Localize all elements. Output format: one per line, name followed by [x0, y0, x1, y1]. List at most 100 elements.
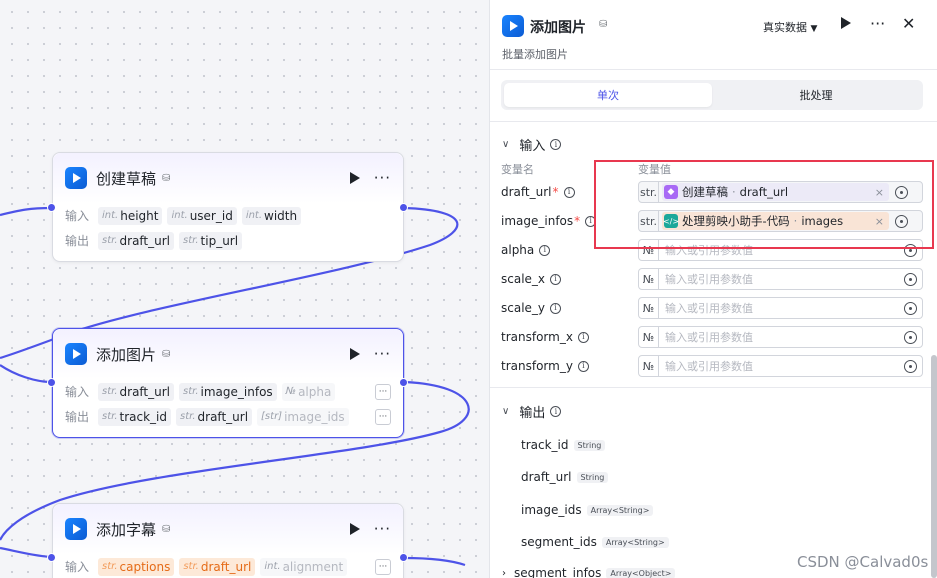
run-button[interactable]: [840, 17, 851, 32]
node-config-panel: 添加图片 ⛁ 批量添加图片 真实数据 ▼ ··· ✕ 单次 批处理 ∨ 输入 i…: [489, 0, 937, 578]
tab-batch[interactable]: 批处理: [712, 83, 920, 107]
input-section-toggle[interactable]: ∨ 输入 i: [502, 135, 562, 154]
type-badge: String: [573, 439, 606, 451]
param-input[interactable]: 输入或引用参数值: [659, 271, 904, 287]
section-title: 输入: [519, 139, 546, 154]
info-icon[interactable]: i: [577, 331, 589, 343]
node-title: 添加字幕: [96, 520, 157, 539]
tab-single[interactable]: 单次: [504, 83, 712, 107]
type-indicator: str.: [639, 211, 659, 231]
param-input[interactable]: 输入或引用参数值: [659, 358, 904, 374]
param-field-scale-y[interactable]: № 输入或引用参数值: [638, 297, 923, 319]
param-field-draft-url[interactable]: str. ◆ 创建草稿 · draft_url ×: [638, 181, 923, 203]
param-field-scale-x[interactable]: № 输入或引用参数值: [638, 268, 923, 290]
run-node-button[interactable]: [346, 345, 364, 363]
node-header: 添加字幕 ⛁ ···: [53, 504, 403, 554]
inputs-label: 输入: [65, 209, 90, 223]
input-port[interactable]: [47, 378, 56, 387]
output-section-toggle[interactable]: ∨ 输出 i: [502, 402, 562, 421]
info-icon[interactable]: i: [550, 302, 562, 314]
reference-chip[interactable]: ◆ 创建草稿 · draft_url ×: [662, 183, 889, 201]
type-badge: Array<Object>: [606, 567, 676, 578]
more-inputs-button[interactable]: ···: [375, 383, 391, 400]
reference-picker-icon[interactable]: [904, 272, 917, 286]
param-name-transform-y: transform_y i: [501, 359, 589, 373]
node-more-button[interactable]: ···: [374, 169, 391, 187]
node-inputs-row: 输入 str. draft_url str. image_infos № alpha …: [53, 379, 403, 404]
remove-reference-icon[interactable]: ×: [875, 215, 884, 228]
reference-picker-icon[interactable]: [904, 330, 917, 344]
plugin-type-icon: ⛁: [599, 19, 608, 30]
param-field-transform-y[interactable]: № 输入或引用参数值: [638, 355, 923, 377]
info-icon[interactable]: i: [585, 215, 597, 227]
input-tag: int. height: [98, 206, 163, 225]
node-type-icon: ⛁: [162, 523, 171, 535]
info-icon[interactable]: i: [563, 186, 575, 198]
chevron-right-icon: ›: [502, 567, 506, 578]
reference-picker-icon[interactable]: [904, 301, 917, 315]
param-name-image-infos: image_infos * i: [501, 214, 597, 228]
chevron-down-icon: ∨: [502, 406, 510, 417]
node-outputs-row: 输出 str. draft_url str. tip_url: [53, 228, 403, 253]
data-mode-select[interactable]: 真实数据 ▼: [763, 19, 817, 35]
output-item: image_ids Array<String>: [521, 503, 654, 517]
chevron-down-icon: ▼: [810, 24, 818, 34]
node-more-button[interactable]: ···: [374, 520, 391, 538]
node-add-image[interactable]: 添加图片 ⛁ ··· 输入 str. draft_url str. image_in…: [52, 328, 404, 438]
info-icon[interactable]: i: [550, 273, 562, 285]
type-badge: Array<String>: [586, 504, 654, 516]
node-more-button[interactable]: ···: [374, 345, 391, 363]
more-outputs-button[interactable]: ···: [375, 408, 391, 425]
reference-chip[interactable]: </> 处理剪映小助手-代码 · images ×: [662, 212, 889, 230]
column-header-value: 变量值: [638, 163, 671, 176]
run-node-button[interactable]: [346, 169, 364, 187]
remove-reference-icon[interactable]: ×: [875, 186, 884, 199]
param-name-scale-y: scale_y i: [501, 301, 562, 315]
more-inputs-button[interactable]: ···: [375, 558, 391, 575]
type-indicator: №: [639, 356, 659, 376]
info-icon[interactable]: i: [550, 406, 562, 417]
input-port[interactable]: [47, 553, 56, 562]
close-icon[interactable]: ✕: [902, 14, 915, 33]
panel-header: 添加图片 ⛁ 批量添加图片 真实数据 ▼ ··· ✕: [490, 0, 937, 70]
param-input[interactable]: 输入或引用参数值: [659, 329, 904, 345]
reference-picker-icon[interactable]: [895, 185, 908, 199]
type-indicator: №: [639, 327, 659, 347]
node-create-draft[interactable]: 创建草稿 ⛁ ··· 输入 int. height int. user_id int…: [52, 152, 404, 262]
param-field-image-infos[interactable]: str. </> 处理剪映小助手-代码 · images ×: [638, 210, 923, 232]
param-field-transform-x[interactable]: № 输入或引用参数值: [638, 326, 923, 348]
node-outputs-row: 输出 str. track_id str. draft_url [str] image…: [53, 404, 403, 429]
info-icon[interactable]: i: [550, 139, 562, 150]
more-options-button[interactable]: ···: [870, 14, 885, 33]
input-port[interactable]: [47, 203, 56, 212]
param-field-alpha[interactable]: № 输入或引用参数值: [638, 239, 923, 261]
node-inputs-row: 输入 str. captions str. draft_url int. alignm…: [53, 554, 403, 578]
param-input[interactable]: 输入或引用参数值: [659, 300, 904, 316]
reference-picker-icon[interactable]: [904, 359, 917, 373]
input-tag: str. draft_url: [98, 382, 175, 401]
param-input[interactable]: 输入或引用参数值: [659, 242, 904, 258]
reference-picker-icon[interactable]: [904, 243, 917, 257]
output-port[interactable]: [399, 378, 408, 387]
output-port[interactable]: [399, 553, 408, 562]
type-indicator: str.: [639, 182, 659, 202]
param-name-scale-x: scale_x i: [501, 272, 562, 286]
input-tag: int. width: [241, 206, 302, 225]
node-type-icon: ⛁: [162, 172, 171, 184]
input-tag: str. captions: [98, 557, 175, 576]
node-add-subtitle[interactable]: 添加字幕 ⛁ ··· 输入 str. captions str. draft_url…: [52, 503, 404, 578]
code-node-icon: </>: [663, 214, 679, 228]
app-logo-icon: [65, 343, 87, 365]
info-icon[interactable]: i: [539, 244, 551, 256]
output-tag: [str] image_ids: [257, 407, 349, 426]
outputs-label: 输出: [65, 234, 90, 248]
output-item[interactable]: › segment_infos Array<Object>: [502, 566, 676, 578]
run-node-button[interactable]: [346, 520, 364, 538]
output-port[interactable]: [399, 203, 408, 212]
type-badge: String: [576, 471, 609, 483]
chevron-down-icon: ∨: [502, 139, 510, 150]
panel-scrollbar[interactable]: [931, 355, 937, 578]
reference-picker-icon[interactable]: [895, 214, 908, 228]
info-icon[interactable]: i: [577, 360, 589, 372]
type-badge: Array<String>: [601, 536, 669, 548]
